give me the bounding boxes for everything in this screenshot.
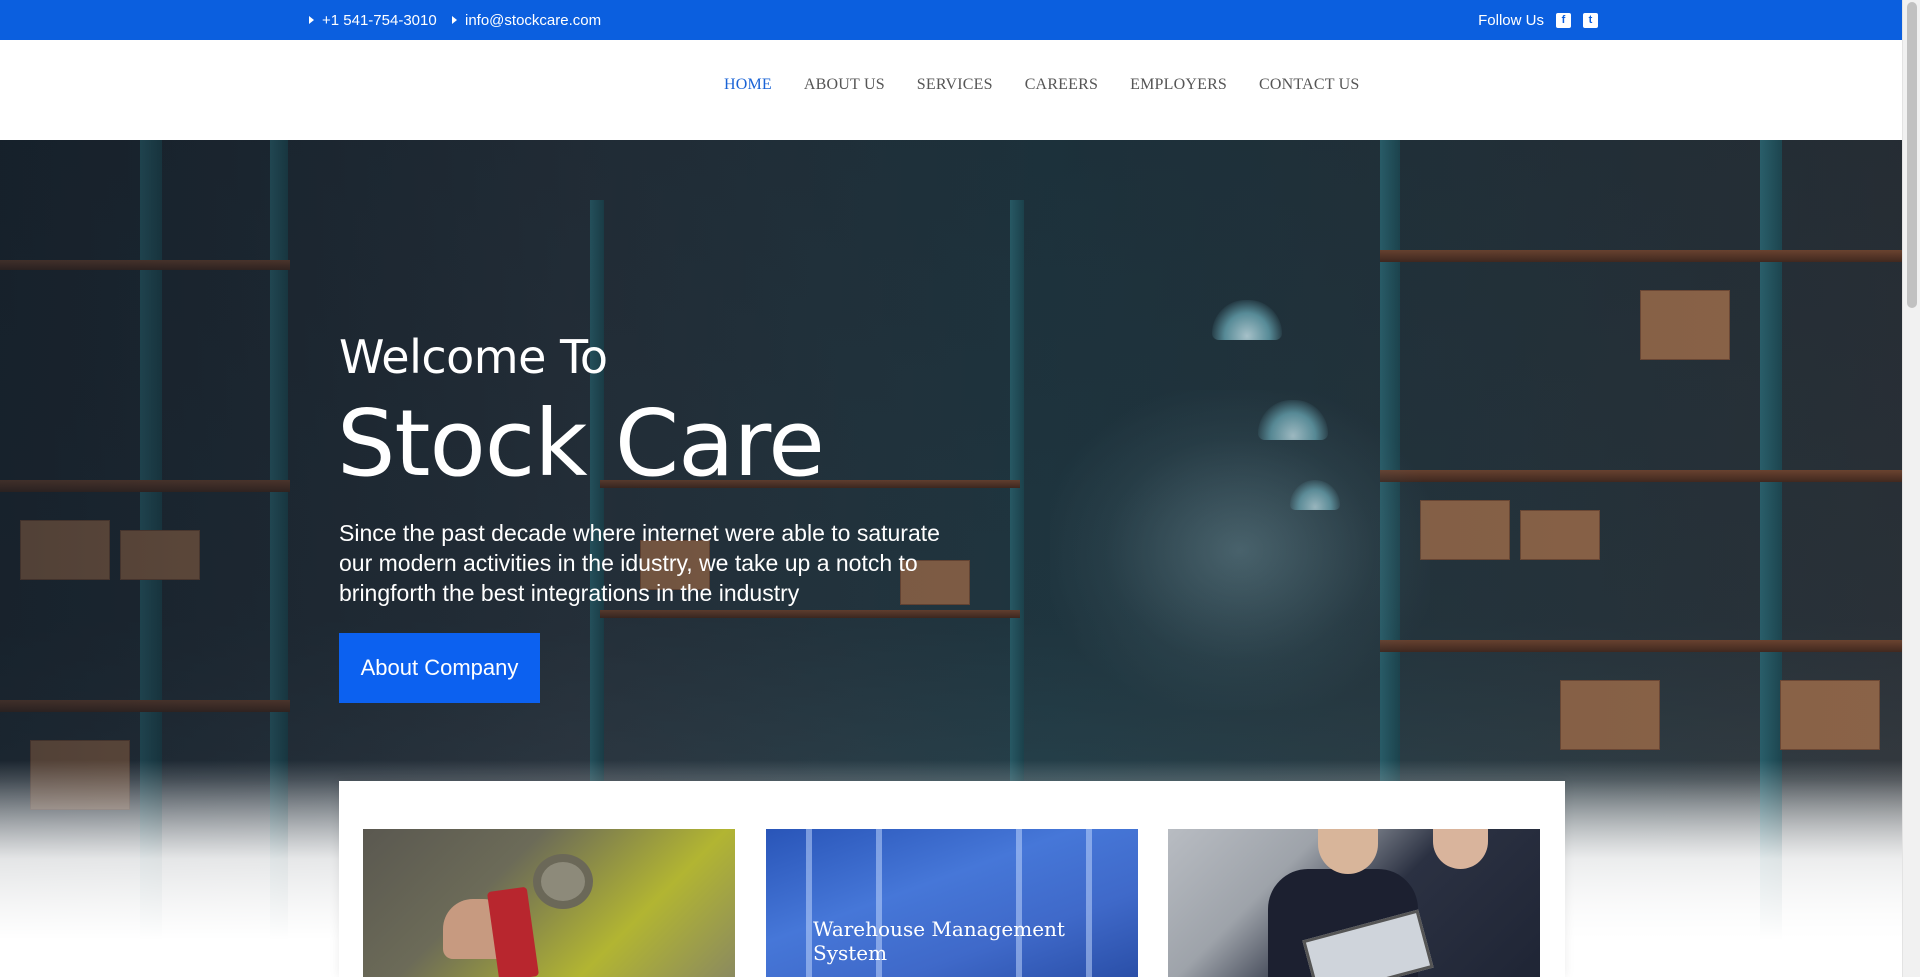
tape-dispenser-image <box>486 886 540 977</box>
caret-right-icon <box>452 16 457 24</box>
nav-item-about-us[interactable]: ABOUT US <box>804 76 885 94</box>
person-face-image <box>1433 829 1488 869</box>
nav-item-employers[interactable]: EMPLOYERS <box>1130 76 1227 94</box>
tape-roll-image <box>533 854 593 909</box>
service-card-consulting[interactable] <box>1168 829 1540 977</box>
caret-right-icon <box>309 16 314 24</box>
rack-line <box>806 829 812 977</box>
hero-tagline: Since the past decade where internet wer… <box>339 520 940 606</box>
scrollbar-thumb[interactable] <box>1907 2 1917 308</box>
nav-menu: HOME ABOUT US SERVICES CAREERS EMPLOYERS… <box>724 76 1391 94</box>
main-navigation: HOME ABOUT US SERVICES CAREERS EMPLOYERS… <box>0 40 1902 140</box>
email-address[interactable]: info@stockcare.com <box>465 12 601 29</box>
services-panel: Warehouse Management System <box>339 781 1565 977</box>
phone-number[interactable]: +1 541-754-3010 <box>322 12 437 29</box>
service-card-title: Warehouse Management System <box>813 917 1065 965</box>
twitter-icon[interactable]: t <box>1583 12 1598 28</box>
facebook-icon[interactable]: f <box>1556 12 1571 28</box>
service-card-warehouse-management[interactable]: Warehouse Management System <box>766 829 1138 977</box>
top-contact-bar: +1 541-754-3010 info@stockcare.com Follo… <box>0 0 1902 40</box>
about-company-button[interactable]: About Company <box>339 633 540 703</box>
email-contact[interactable]: info@stockcare.com <box>452 0 601 40</box>
follow-us: Follow Us f t <box>1478 0 1598 40</box>
nav-item-home[interactable]: HOME <box>724 76 772 94</box>
nav-item-contact-us[interactable]: CONTACT US <box>1259 76 1359 94</box>
hero-welcome-text: Welcome To <box>339 330 608 384</box>
phone-contact[interactable]: +1 541-754-3010 <box>309 0 437 40</box>
service-card-packaging[interactable] <box>363 829 735 977</box>
nav-item-services[interactable]: SERVICES <box>917 76 993 94</box>
follow-us-label: Follow Us <box>1478 11 1544 29</box>
person-face-image <box>1318 829 1378 874</box>
page-scrollbar[interactable] <box>1902 0 1920 977</box>
hero-brand-title: Stock Care <box>337 390 825 497</box>
nav-item-careers[interactable]: CAREERS <box>1025 76 1098 94</box>
